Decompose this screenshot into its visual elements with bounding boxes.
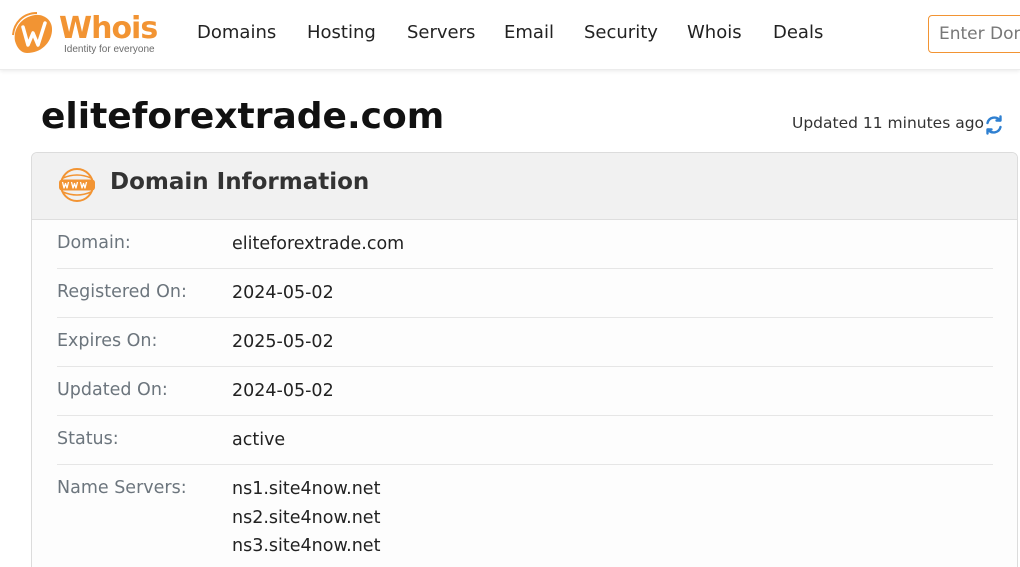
row-label: Domain: (57, 233, 131, 253)
refresh-icon[interactable] (983, 114, 1005, 136)
info-row-registered-on: Registered On: 2024-05-02 (57, 269, 993, 318)
updated-timestamp: Updated 11 minutes ago (792, 114, 985, 132)
info-row-name-servers: Name Servers: ns1.site4now.net ns2.site4… (57, 465, 993, 567)
nav-item-servers[interactable]: Servers (407, 22, 475, 43)
row-value: 2024-05-02 (232, 381, 334, 401)
logo-tagline: Identity for everyone (64, 44, 155, 55)
nav-item-security[interactable]: Security (584, 22, 658, 43)
row-value: eliteforextrade.com (232, 234, 405, 254)
site-header: Whois Identity for everyone Domains Host… (0, 0, 1020, 70)
row-label: Name Servers: (57, 478, 187, 498)
row-value: 2024-05-02 (232, 283, 334, 303)
nav-item-domains[interactable]: Domains (197, 22, 276, 43)
name-server: ns2.site4now.net (232, 507, 381, 528)
row-label: Status: (57, 429, 119, 449)
nav-item-deals[interactable]: Deals (773, 22, 823, 43)
info-row-domain: Domain: eliteforextrade.com (57, 220, 993, 269)
info-row-updated-on: Updated On: 2024-05-02 (57, 367, 993, 416)
name-server: ns1.site4now.net (232, 479, 381, 499)
row-label: Registered On: (57, 282, 187, 302)
row-value: 2025-05-02 (232, 332, 334, 352)
domain-information-card: Domain Information Domain: eliteforextra… (31, 152, 1018, 567)
row-label: Updated On: (57, 380, 168, 400)
name-server: ns3.site4now.net (232, 536, 381, 556)
page-title: eliteforextrade.com (41, 96, 445, 137)
card-header: Domain Information (32, 153, 1017, 220)
info-row-expires-on: Expires On: 2025-05-02 (57, 318, 993, 367)
www-globe-icon (59, 168, 95, 202)
name-server-list: ns1.site4now.net ns2.site4now.net ns3.si… (232, 478, 380, 564)
info-row-status: Status: active (57, 416, 993, 465)
row-label: Expires On: (57, 331, 158, 351)
whois-logo[interactable]: Whois Identity for everyone (11, 11, 166, 57)
row-value: active (232, 430, 286, 450)
nav-item-email[interactable]: Email (504, 22, 554, 43)
nav-item-whois[interactable]: Whois (687, 22, 742, 43)
domain-search-input[interactable] (928, 15, 1020, 53)
whois-logo-icon (12, 12, 53, 54)
logo-wordmark: Whois (59, 11, 158, 46)
nav-item-hosting[interactable]: Hosting (307, 22, 376, 43)
card-title: Domain Information (110, 169, 370, 195)
